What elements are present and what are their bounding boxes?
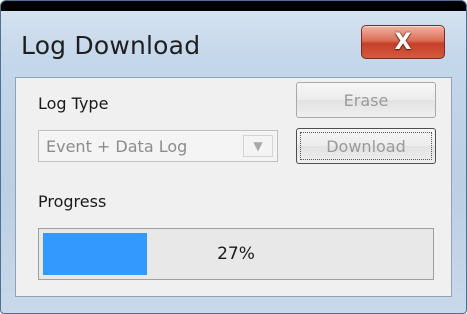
- progress-percent-text: 27%: [217, 244, 255, 264]
- window-title: Log Download: [21, 31, 201, 60]
- log-type-label: Log Type: [38, 94, 109, 113]
- erase-button-label: Erase: [343, 90, 389, 110]
- chevron-down-icon[interactable]: ▼: [243, 135, 273, 157]
- title-bar[interactable]: Log Download X: [1, 13, 466, 71]
- log-type-selected-value: Event + Data Log: [46, 137, 188, 156]
- close-icon: X: [394, 29, 412, 55]
- background-edge-strip: [1, 1, 466, 11]
- log-download-dialog: Log Download X Log Type Event + Data Log…: [0, 0, 467, 314]
- close-button[interactable]: X: [361, 25, 445, 59]
- download-button[interactable]: Download: [296, 128, 436, 164]
- progress-bar: 27%: [38, 228, 434, 280]
- dialog-content: Log Type Event + Data Log ▼ Erase Downlo…: [15, 77, 452, 297]
- erase-button[interactable]: Erase: [296, 82, 436, 118]
- log-type-dropdown[interactable]: Event + Data Log ▼: [38, 130, 278, 162]
- progress-label: Progress: [38, 192, 107, 211]
- focus-ring: [300, 132, 432, 160]
